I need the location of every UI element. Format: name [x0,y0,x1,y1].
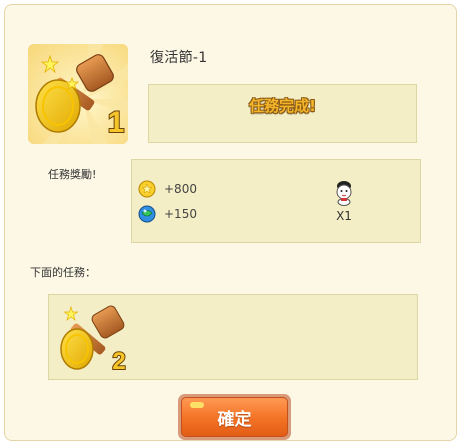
blue-gem-icon [138,205,156,223]
confirm-button-frame: 確定 [178,394,291,440]
reward-panel: +800 +150 X1 [131,159,421,243]
next-mission-badge-number: 2 [112,348,125,373]
mission-title: 復活節-1 [150,50,208,66]
next-mission-panel: 2 [48,294,418,380]
item-reward-quantity: X1 [336,209,352,223]
mission-icon-tile: 1 [28,44,128,144]
next-mission-label: 下面的任務： [30,266,96,279]
golden-hammer-icon: 1 [28,44,128,144]
exp-reward-value: +150 [164,207,197,221]
gold-coin-icon [138,180,156,198]
bunny-doll-icon [336,181,352,206]
button-gloss [190,402,204,408]
reward-label: 任務獎勵! [48,168,97,181]
mission-badge-number: 1 [108,106,125,139]
confirm-button[interactable]: 確定 [181,397,288,437]
mission-complete-text: 任務完成! [249,97,316,115]
golden-hammer-icon: 2 [60,305,127,373]
confirm-button-label: 確定 [217,409,252,430]
coin-reward-value: +800 [164,182,197,196]
exp-reward-row: +150 [138,205,197,223]
status-panel: 任務完成! [148,84,417,143]
coin-reward-row: +800 [138,180,197,198]
